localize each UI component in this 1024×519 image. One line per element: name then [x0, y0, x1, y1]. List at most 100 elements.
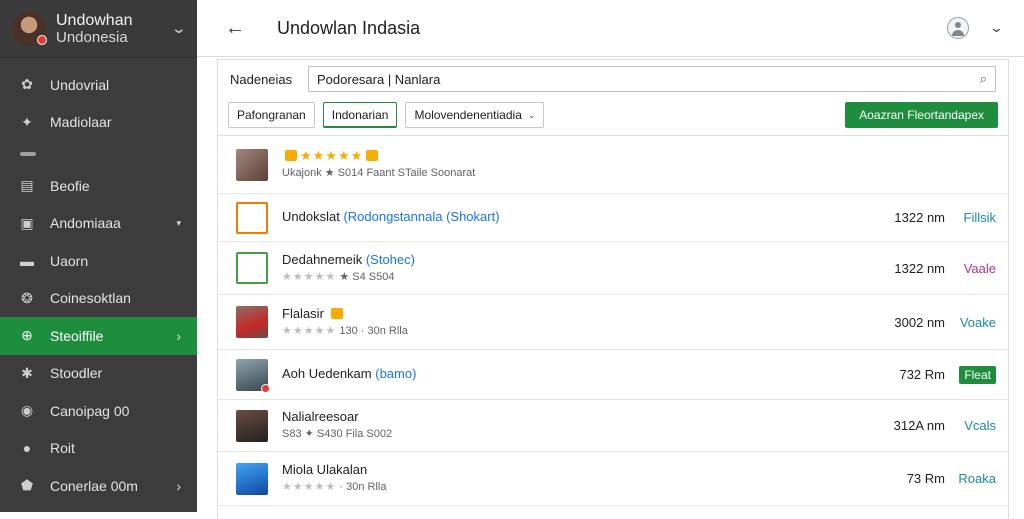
- badge-icon: [285, 150, 297, 161]
- search-input[interactable]: Podoresara | Nanlara ⌕: [308, 66, 996, 92]
- briefcase-icon: ▣: [20, 214, 34, 231]
- location-icon: ◉: [20, 402, 34, 419]
- sidebar-item-10[interactable]: ⬟ Conerlae 00m ›: [0, 467, 197, 505]
- list-item-meta-text: · 30n Rlla: [339, 481, 387, 494]
- row-action-link[interactable]: Fillsik: [964, 210, 997, 225]
- account-name-line2: Undonesia: [56, 28, 128, 46]
- row-action-link[interactable]: Voake: [960, 315, 996, 330]
- page-title: Undowlan Indasia: [277, 17, 421, 38]
- list-item[interactable]: Aoh Uedenkam (bamo) 732 Rm Fleat: [218, 350, 1008, 400]
- sidebar-item-label: Roit: [50, 440, 75, 457]
- results-list: ★★★★★ Ukajonk ★ S014 Faant STaile Soonar…: [218, 135, 1008, 506]
- distance-value: 732 Rm: [899, 367, 945, 382]
- row-action-link[interactable]: Vcals: [964, 418, 996, 433]
- sidebar-item-label: Undovrial: [50, 76, 110, 93]
- list-item[interactable]: Dedahnemeik (Stohec) ★★★★★ ★ S4 S504 132…: [218, 242, 1008, 295]
- sidebar-item-label: Canoipag 00: [50, 402, 130, 419]
- row-action-link[interactable]: Vaale: [964, 261, 996, 276]
- list-item-rating: ★★★★★: [282, 148, 1008, 164]
- place-thumbnail: [236, 306, 268, 338]
- place-thumbnail: [236, 201, 268, 234]
- distance-value: 1322 nm: [894, 260, 945, 276]
- place-thumbnail: [236, 409, 268, 442]
- primary-action-button[interactable]: Aoazran Fleortandapex: [845, 102, 998, 128]
- top-bar: ← Undowlan Indasia ⌄: [197, 0, 1024, 57]
- list-item[interactable]: ★★★★★ Ukajonk ★ S014 Faant STaile Soonar…: [218, 136, 1008, 194]
- list-item-name: Dedahnemeik: [282, 251, 363, 267]
- back-arrow-icon[interactable]: ←: [225, 17, 265, 40]
- flower-icon: ✿: [21, 76, 33, 93]
- list-item-name: Aoh Uedenkam: [282, 366, 372, 382]
- chevron-right-icon[interactable]: ›: [176, 328, 181, 344]
- filter-dropdown[interactable]: Molovendenentiadia ⌄: [405, 102, 545, 128]
- chevron-down-icon: ⌄: [527, 109, 536, 120]
- list-item-name: Flalasir: [282, 305, 324, 321]
- place-thumbnail: [236, 252, 268, 284]
- filter-chip-1[interactable]: Indonarian: [322, 102, 398, 128]
- list-item-subtitle[interactable]: (Rodongstannala (Shokart): [343, 209, 499, 224]
- sidebar-item-6[interactable]: ⊕ Steoiffile ›: [0, 317, 197, 355]
- list-item-meta: ★★★★★ · 30n Rlla: [282, 481, 1008, 495]
- caret-down-icon[interactable]: ▾: [176, 218, 181, 229]
- avatar[interactable]: [12, 11, 47, 46]
- list-item-name: Miola Ulakalan: [282, 462, 368, 477]
- list-item-name: Undokslat: [282, 209, 340, 225]
- sidebar-item-5[interactable]: ❂ Coinesoktlan: [0, 280, 197, 318]
- list-item-meta: Ukajonk ★ S014 Faant STaile Soonarat: [282, 167, 476, 180]
- sidebar-item-0[interactable]: ✿ Undovrial: [0, 66, 197, 104]
- list-item-subtitle[interactable]: (bamo): [375, 366, 416, 381]
- chevron-down-icon[interactable]: ⌄: [989, 20, 1004, 36]
- list-item[interactable]: Miola Ulakalan ★★★★★ · 30n Rlla 73 Rm Ro…: [218, 452, 1008, 506]
- star-rating: ★★★★★: [282, 270, 337, 283]
- distance-value: 73 Rm: [906, 471, 945, 486]
- shield-icon: ⬟: [20, 477, 34, 494]
- sidebar-item-1[interactable]: ✦ Madiolaar: [0, 104, 197, 142]
- list-item[interactable]: Nalialreesoar S83 ✦ S430 Fila S002 312A …: [218, 400, 1008, 452]
- account-name-line1: Undowhan: [56, 11, 133, 29]
- chevron-right-icon[interactable]: ›: [176, 478, 181, 494]
- list-item-info: Miola Ulakalan ★★★★★ · 30n Rlla: [282, 462, 1008, 495]
- distance-value: 312A nm: [893, 418, 945, 433]
- globe-icon: ⊕: [21, 327, 33, 344]
- account-header[interactable]: Undowhan Undonesia ⌄: [0, 0, 197, 58]
- sidebar-item-2[interactable]: ▤ Beofie: [0, 167, 197, 205]
- search-icon[interactable]: ⌕: [980, 71, 987, 87]
- sidebar-item-9[interactable]: ● Roit: [0, 430, 197, 468]
- status-dot: [261, 383, 270, 393]
- sidebar-menu: ✿ Undovrial ✦ Madiolaar ▤ Beofie ▣ Andom…: [0, 58, 197, 505]
- sidebar-item-label: Uaorn: [50, 252, 89, 269]
- chevron-down-icon[interactable]: ⌄: [171, 20, 187, 37]
- person-icon: ●: [22, 440, 32, 457]
- group-icon: ❂: [21, 289, 33, 306]
- sidebar-item-label: Stoodler: [50, 365, 103, 382]
- sidebar-item-8[interactable]: ◉ Canoipag 00: [0, 392, 197, 430]
- settings-icon: ✱: [21, 364, 33, 381]
- filter-chip-0[interactable]: Pafongranan: [228, 102, 315, 128]
- sidebar-divider: [0, 141, 197, 167]
- sidebar-item-label: Madiolaar: [50, 114, 112, 131]
- account-icon[interactable]: [947, 17, 970, 39]
- place-thumbnail: [236, 462, 268, 495]
- distance-value: 1322 nm: [894, 210, 945, 225]
- sidebar-item-label: Steoiffile: [50, 327, 104, 344]
- account-name: Undowhan Undonesia: [56, 11, 173, 46]
- list-item[interactable]: Flalasir ★★★★★ 130 · 30n Rlla 3002 nm Vo…: [218, 295, 1008, 350]
- search-label: Nadeneias: [230, 71, 293, 87]
- row-action-button[interactable]: Fleat: [959, 365, 996, 384]
- search-row: Nadeneias Podoresara | Nanlara ⌕: [218, 60, 1008, 98]
- sidebar-item-7[interactable]: ✱ Stoodler: [0, 355, 197, 393]
- star-rating: ★★★★★: [300, 148, 364, 163]
- list-item-subtitle[interactable]: (Stohec): [366, 252, 415, 267]
- search-value[interactable]: Podoresara | Nanlara: [317, 72, 980, 87]
- row-action-link[interactable]: Roaka: [958, 471, 996, 486]
- results-panel: Nadeneias Podoresara | Nanlara ⌕ Pafongr…: [217, 59, 1009, 519]
- place-thumbnail: [236, 148, 268, 181]
- document-icon: ▤: [20, 177, 34, 194]
- place-thumbnail: [236, 358, 270, 393]
- panel-icon: ▬: [20, 252, 34, 269]
- sidebar-item-3[interactable]: ▣ Andomiaaa ▾: [0, 205, 197, 243]
- badge-icon: [366, 150, 379, 161]
- sidebar-item-4[interactable]: ▬ Uaorn: [0, 242, 197, 280]
- sidebar: Undowhan Undonesia ⌄ ✿ Undovrial ✦ Madio…: [0, 0, 197, 512]
- list-item[interactable]: Undokslat (Rodongstannala (Shokart) 1322…: [218, 194, 1008, 242]
